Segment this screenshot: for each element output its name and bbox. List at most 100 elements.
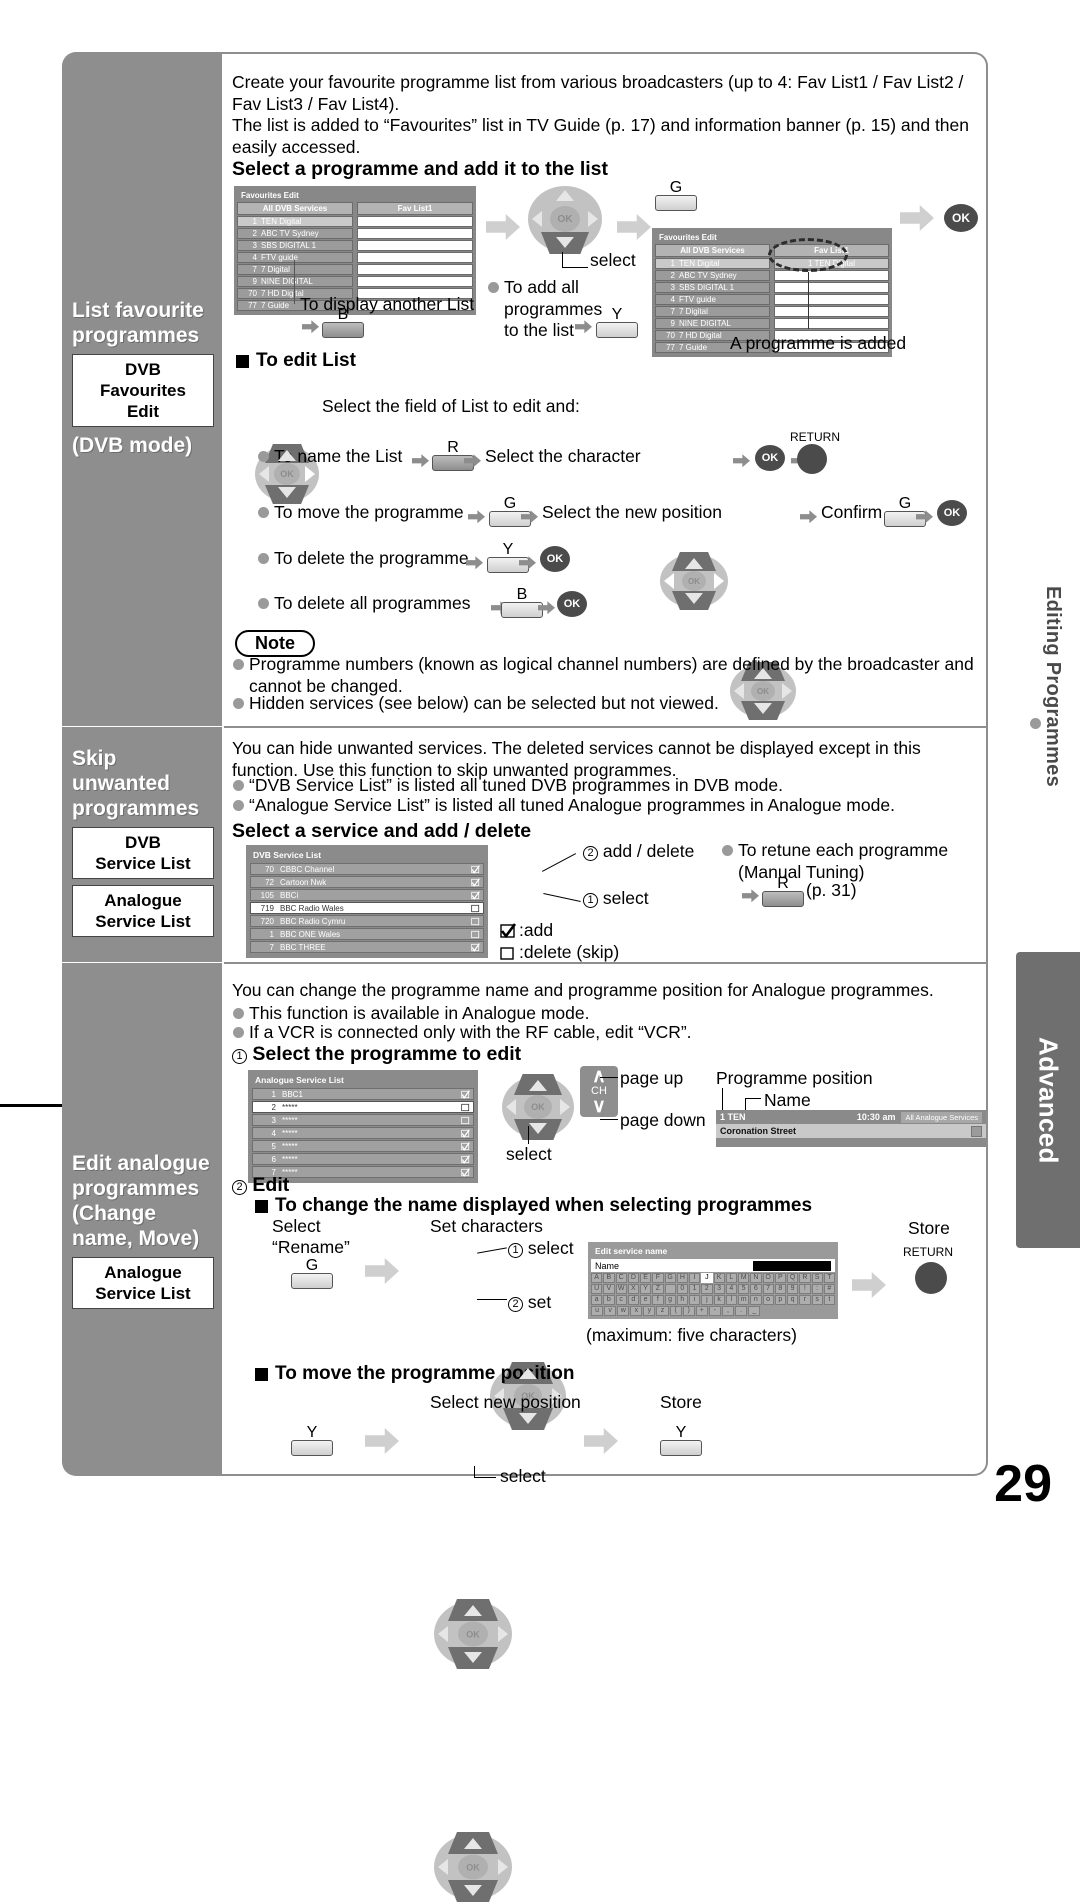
keyboard-key[interactable]: 7 — [762, 1284, 774, 1294]
keyboard-key[interactable]: r — [799, 1295, 811, 1305]
dpad-ok-center[interactable]: OK — [682, 571, 706, 591]
key-yellow-Y-move[interactable]: Y — [291, 1425, 333, 1456]
ok-button[interactable]: OK — [540, 546, 570, 572]
keyboard-key[interactable]: W — [615, 1284, 627, 1294]
keyboard-key[interactable]: h — [676, 1295, 688, 1305]
keyboard-key[interactable]: 0 — [676, 1284, 688, 1294]
keyboard-key[interactable]: c — [615, 1295, 627, 1305]
keyboard-key[interactable] — [664, 1284, 676, 1294]
keyboard-key[interactable]: e — [640, 1295, 652, 1305]
service-row[interactable]: 2 ***** — [252, 1101, 474, 1113]
service-checked-icon[interactable] — [461, 1167, 470, 1177]
service-row[interactable]: 70 CBBC Channel — [250, 863, 484, 875]
key-blue-B[interactable]: B — [322, 307, 364, 338]
dpad-ok-center[interactable]: OK — [458, 1621, 488, 1647]
channel-row[interactable]: 7 7 Digital — [237, 264, 353, 275]
keyboard-key[interactable]: d — [627, 1295, 639, 1305]
channel-row[interactable]: 2 ABC TV Sydney — [237, 228, 353, 239]
keyboard-key[interactable]: g — [664, 1295, 676, 1305]
dpad-ok-center[interactable]: OK — [524, 1095, 552, 1119]
key-yellow-Y[interactable]: Y — [596, 307, 638, 338]
fav-row[interactable] — [357, 276, 473, 287]
keyboard-key[interactable]: P — [774, 1273, 786, 1283]
keyboard-key[interactable]: 6 — [750, 1284, 762, 1294]
return-button[interactable] — [797, 444, 827, 474]
keyboard-key[interactable]: K — [713, 1273, 725, 1283]
dpad-add-delete[interactable]: OK — [502, 1074, 574, 1140]
key-yellow-Y-store[interactable]: Y — [660, 1425, 702, 1456]
channel-row[interactable]: 3 SBS DIGITAL 1 — [655, 282, 770, 293]
fav-row[interactable] — [774, 306, 889, 317]
keyboard-key[interactable]: w — [617, 1306, 630, 1316]
keyboard-key[interactable]: B — [603, 1273, 615, 1283]
keyboard-key[interactable]: Z — [652, 1284, 664, 1294]
keyboard-key[interactable]: O — [762, 1273, 774, 1283]
keyboard-key[interactable]: + — [695, 1306, 708, 1316]
service-unchecked-icon[interactable] — [471, 904, 480, 913]
fav-row[interactable] — [774, 282, 889, 293]
keyboard-key[interactable]: A — [591, 1273, 603, 1283]
onscreen-keyboard[interactable]: A B C D E F G H I J K L M N O P Q R S T U V W X Y Z 0 1 2 3 4 5 6 7 8 9!: # a… — [591, 1273, 835, 1316]
fav-row[interactable] — [774, 318, 889, 329]
fav-row[interactable] — [357, 252, 473, 263]
keyboard-key[interactable]: - — [708, 1306, 721, 1316]
sidebar-button-dvb-favourites-edit[interactable]: DVB Favourites Edit — [72, 354, 214, 427]
service-unchecked-icon[interactable] — [471, 917, 480, 926]
sidebar-button-dvb-service-list[interactable]: DVB Service List — [72, 827, 214, 879]
keyboard-key[interactable]: J — [701, 1273, 713, 1283]
service-checked-icon[interactable] — [471, 890, 480, 900]
keyboard-key[interactable]: . — [735, 1306, 748, 1316]
service-unchecked-icon[interactable] — [471, 930, 480, 939]
keyboard-key[interactable]: z — [656, 1306, 669, 1316]
keyboard-key[interactable]: f — [652, 1295, 664, 1305]
service-row[interactable]: 4 ***** — [252, 1127, 474, 1139]
name-input[interactable]: Name — [591, 1259, 835, 1272]
service-row[interactable]: 105 BBCi — [250, 889, 484, 901]
service-checked-icon[interactable] — [461, 1141, 470, 1151]
keyboard-key[interactable]: D — [627, 1273, 639, 1283]
channel-row[interactable]: 1 TEN Digital — [237, 216, 353, 227]
keyboard-key[interactable]: R — [799, 1273, 811, 1283]
dpad-select-character[interactable]: OK — [660, 552, 728, 610]
keyboard-key[interactable]: 1 — [689, 1284, 701, 1294]
service-checked-icon[interactable] — [461, 1089, 470, 1099]
service-row[interactable]: 6 ***** — [252, 1153, 474, 1165]
keyboard-key[interactable]: C — [615, 1273, 627, 1283]
keyboard-key[interactable]: j — [701, 1295, 713, 1305]
keyboard-key[interactable]: Q — [787, 1273, 799, 1283]
service-checked-icon[interactable] — [471, 942, 480, 952]
keyboard-key[interactable]: Y — [640, 1284, 652, 1294]
keyboard-key[interactable]: v — [604, 1306, 617, 1316]
ok-button[interactable]: OK — [937, 500, 967, 526]
keyboard-key[interactable]: G — [664, 1273, 676, 1283]
keyboard-key[interactable]: a — [591, 1295, 603, 1305]
keyboard-key[interactable]: V — [603, 1284, 615, 1294]
keyboard-key[interactable]: T — [823, 1273, 835, 1283]
service-row[interactable]: 719 BBC Radio Wales — [250, 902, 484, 914]
keyboard-key[interactable]: 4 — [725, 1284, 737, 1294]
keyboard-key[interactable]: : — [811, 1284, 823, 1294]
service-row[interactable]: 3 ***** — [252, 1114, 474, 1126]
key-green-G[interactable]: G — [655, 180, 697, 211]
service-unchecked-icon[interactable] — [461, 1116, 470, 1125]
service-unchecked-icon[interactable] — [461, 1103, 470, 1112]
keyboard-key[interactable]: i — [689, 1295, 701, 1305]
keyboard-key[interactable]: y — [643, 1306, 656, 1316]
keyboard-key[interactable]: l — [725, 1295, 737, 1305]
service-row[interactable]: 720 BBC Radio Cymru — [250, 915, 484, 927]
service-row[interactable]: 1 BBC1 — [252, 1088, 474, 1100]
keyboard-key[interactable]: u — [591, 1306, 604, 1316]
channel-row[interactable]: 1 TEN Digital — [655, 258, 770, 269]
channel-row[interactable]: 4 FTV guide — [237, 252, 353, 263]
keyboard-key[interactable]: 3 — [713, 1284, 725, 1294]
service-checked-icon[interactable] — [471, 864, 480, 874]
dpad-ok-center[interactable]: OK — [550, 206, 580, 232]
service-row[interactable]: 5 ***** — [252, 1140, 474, 1152]
channel-row[interactable]: 9 NINE DIGITAL — [655, 318, 770, 329]
keyboard-key[interactable]: N — [750, 1273, 762, 1283]
fav-row[interactable] — [774, 294, 889, 305]
channel-updown-button[interactable]: ∧ CH ∨ — [580, 1066, 618, 1117]
service-checked-icon[interactable] — [471, 877, 480, 887]
dpad-set-characters[interactable]: OK — [434, 1599, 512, 1669]
keyboard-key[interactable]: s — [811, 1295, 823, 1305]
